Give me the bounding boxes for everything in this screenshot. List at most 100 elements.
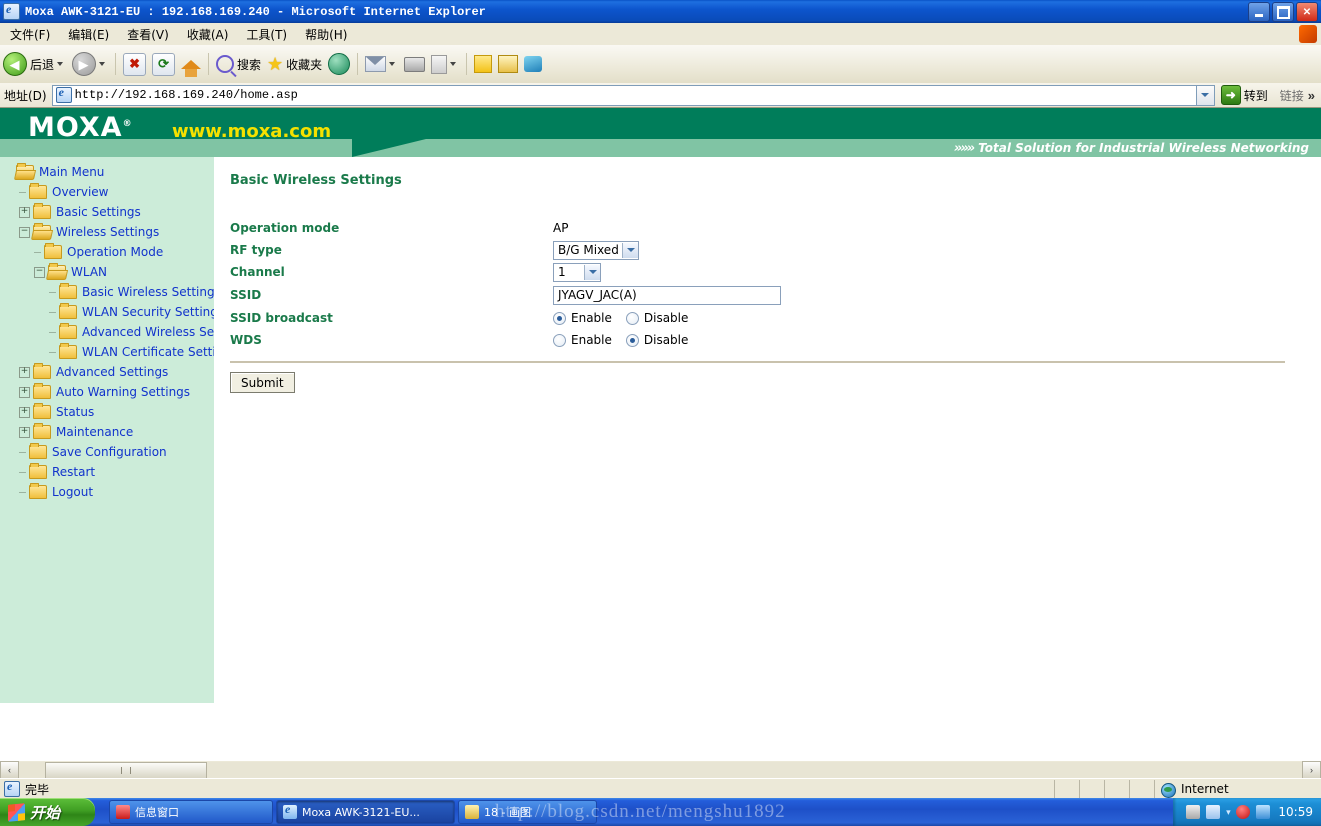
- collapse-icon[interactable]: −: [34, 266, 45, 278]
- scrollbar-thumb[interactable]: [45, 761, 207, 780]
- menu-item-favorites[interactable]: 收藏(A): [179, 24, 237, 45]
- ssid-input[interactable]: JYAGV_JAC(A): [553, 285, 781, 305]
- edit-chevron-down-icon[interactable]: [450, 62, 457, 66]
- sidebar-item-basic-settings[interactable]: + Basic Settings: [0, 202, 214, 222]
- sidebar-item-basic-wireless-settings[interactable]: Basic Wireless Settings: [0, 282, 214, 302]
- taskbar-item-info-window[interactable]: 信息窗口: [109, 800, 273, 824]
- research-icon: [498, 55, 519, 73]
- sidebar-item-wireless-settings[interactable]: − Wireless Settings: [0, 222, 214, 242]
- rf-type-select[interactable]: B/G Mixed: [553, 240, 639, 260]
- toolbar-overflow-icon[interactable]: »: [1308, 88, 1315, 103]
- sidebar-item-operation-mode[interactable]: Operation Mode: [0, 242, 214, 262]
- refresh-icon: ⟳: [152, 52, 176, 76]
- tagline-text: Total Solution for Industrial Wireless N…: [978, 141, 1309, 155]
- sidebar-item-label: Maintenance: [56, 425, 134, 439]
- edit-page-button[interactable]: [428, 47, 462, 81]
- horizontal-scrollbar[interactable]: ‹ ›: [0, 760, 1321, 780]
- paint-icon: [465, 805, 479, 819]
- taskbar-item-paint[interactable]: 18 - 画图: [458, 800, 597, 824]
- sidebar-item-label: Operation Mode: [67, 245, 164, 259]
- forward-history-chevron-down-icon[interactable]: [99, 62, 106, 66]
- research-button[interactable]: [495, 47, 521, 81]
- taskbar-clock[interactable]: 10:59: [1278, 805, 1313, 819]
- moxa-logo-text: MOXA: [28, 112, 123, 143]
- mail-icon: [365, 56, 387, 72]
- sidebar-item-wlan[interactable]: − WLAN: [0, 262, 214, 282]
- sidebar-item-overview[interactable]: Overview: [0, 182, 214, 202]
- status-cell: [1054, 780, 1079, 798]
- sidebar-item-auto-warning-settings[interactable]: + Auto Warning Settings: [0, 382, 214, 402]
- wds-disable-radio[interactable]: [625, 333, 639, 347]
- mail-button[interactable]: [362, 47, 401, 81]
- sidebar-item-wlan-certificate-settings[interactable]: WLAN Certificate Settings: [0, 342, 214, 362]
- shield-icon[interactable]: [1236, 805, 1251, 819]
- scroll-right-button[interactable]: ›: [1302, 760, 1321, 779]
- sidebar-item-logout[interactable]: Logout: [0, 482, 214, 502]
- taskbar-item-moxa-ie[interactable]: Moxa AWK-3121-EU...: [276, 800, 455, 824]
- expand-icon[interactable]: +: [19, 426, 30, 438]
- close-button[interactable]: ✕: [1296, 2, 1318, 22]
- go-button[interactable]: ➜: [1220, 85, 1241, 105]
- globe-icon: [1161, 783, 1176, 798]
- sidebar-item-maintenance[interactable]: + Maintenance: [0, 422, 214, 442]
- expand-icon[interactable]: +: [19, 206, 30, 218]
- refresh-button[interactable]: ⟳: [149, 47, 178, 81]
- address-dropdown-button[interactable]: [1196, 84, 1215, 106]
- sidebar-item-restart[interactable]: Restart: [0, 462, 214, 482]
- expand-icon[interactable]: +: [19, 406, 30, 418]
- folder-open-icon: [48, 263, 66, 279]
- links-label[interactable]: 链接: [1280, 87, 1304, 104]
- back-history-chevron-down-icon[interactable]: [57, 62, 64, 66]
- minimize-button[interactable]: [1248, 2, 1270, 22]
- help-icon[interactable]: [1206, 805, 1221, 819]
- channel-select[interactable]: 1: [553, 262, 601, 282]
- start-button[interactable]: 开始: [0, 798, 95, 826]
- tray-overflow-chevron-down-icon[interactable]: ▾: [1223, 807, 1233, 818]
- ssid-broadcast-disable-radio[interactable]: [625, 311, 639, 325]
- expand-icon[interactable]: +: [19, 366, 30, 378]
- expand-icon[interactable]: +: [19, 386, 30, 398]
- tree-connector: [49, 331, 56, 333]
- sidebar-item-advanced-wireless-settings[interactable]: Advanced Wireless Settings: [0, 322, 214, 342]
- ssid-broadcast-enable-radio[interactable]: [553, 311, 566, 325]
- media-button[interactable]: [325, 47, 353, 81]
- wds-label: WDS: [230, 333, 262, 347]
- taskbar: 开始 信息窗口 Moxa AWK-3121-EU... 18 - 画图 ▾ 10…: [0, 798, 1321, 826]
- messenger-button[interactable]: [521, 47, 545, 81]
- menu-item-tools[interactable]: 工具(T): [238, 24, 295, 45]
- messenger-icon: [524, 56, 543, 72]
- print-button[interactable]: [401, 47, 428, 81]
- menu-item-edit[interactable]: 编辑(E): [60, 24, 117, 45]
- home-button[interactable]: [178, 47, 204, 81]
- sidebar-item-save-configuration[interactable]: Save Configuration: [0, 442, 214, 462]
- address-input[interactable]: http://192.168.169.240/home.asp: [51, 84, 1197, 106]
- scrollbar-track[interactable]: [19, 761, 1302, 780]
- scroll-left-button[interactable]: ‹: [0, 760, 19, 779]
- wds-enable-radio[interactable]: [553, 333, 566, 347]
- status-zone[interactable]: Internet: [1154, 780, 1321, 798]
- notes-button[interactable]: [471, 47, 495, 81]
- sidebar-item-advanced-settings[interactable]: + Advanced Settings: [0, 362, 214, 382]
- menu-item-file[interactable]: 文件(F): [2, 24, 58, 45]
- network-icon[interactable]: [1256, 805, 1271, 819]
- back-button[interactable]: ◀ 后退: [0, 47, 69, 81]
- menu-item-help[interactable]: 帮助(H): [297, 24, 355, 45]
- keyboard-icon[interactable]: [1186, 805, 1201, 819]
- folder-icon: [33, 363, 51, 379]
- sidebar-item-wlan-security-settings[interactable]: WLAN Security Settings: [0, 302, 214, 322]
- collapse-icon[interactable]: −: [19, 226, 30, 238]
- menu-item-view[interactable]: 查看(V): [119, 24, 177, 45]
- favorites-button[interactable]: ★ 收藏夹: [264, 47, 325, 81]
- sidebar-item-status[interactable]: + Status: [0, 402, 214, 422]
- ie-window-icon: [3, 2, 20, 20]
- sidebar-item-main-menu[interactable]: Main Menu: [0, 162, 214, 182]
- submit-button[interactable]: Submit: [230, 372, 295, 393]
- folder-open-icon: [33, 223, 51, 239]
- sidebar-item-label: WLAN Certificate Settings: [82, 345, 214, 359]
- maximize-button[interactable]: [1272, 2, 1294, 22]
- search-button[interactable]: 搜索: [213, 47, 264, 81]
- mail-chevron-down-icon[interactable]: [389, 62, 396, 66]
- sidebar-item-label: Main Menu: [39, 165, 105, 179]
- forward-button[interactable]: ▶: [69, 47, 111, 81]
- stop-button[interactable]: ✖: [120, 47, 149, 81]
